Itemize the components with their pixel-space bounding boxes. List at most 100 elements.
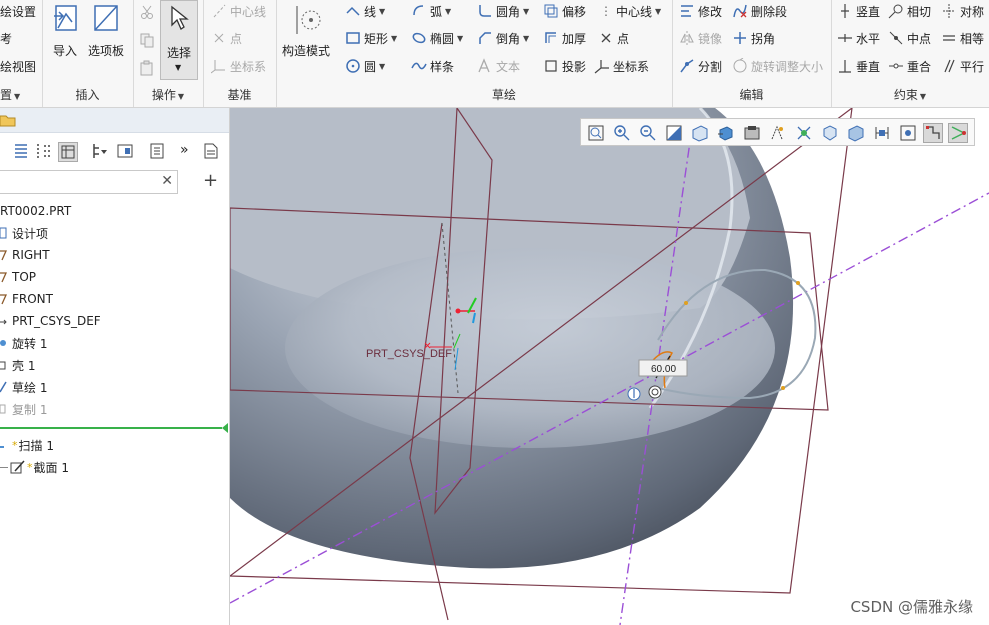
insert-here-indicator[interactable]	[0, 423, 228, 433]
refit-icon[interactable]	[587, 124, 605, 142]
tangent-constraint-button[interactable]: 相切	[888, 1, 931, 21]
circle-button[interactable]: 圆 ▼	[345, 56, 385, 76]
vertex-display-icon[interactable]	[948, 123, 968, 143]
sketch-settings-button[interactable]: 绘设置	[0, 1, 36, 21]
tree-item-design-items[interactable]: 设计项	[0, 223, 48, 243]
display-style-icon[interactable]	[769, 124, 787, 142]
reorient-icon[interactable]	[691, 124, 709, 142]
spline-point[interactable]	[796, 281, 800, 285]
offset-button[interactable]: 偏移	[543, 1, 586, 21]
tree-settings-icon[interactable]	[116, 142, 134, 160]
tree-item-shell[interactable]: 壳 1	[0, 355, 35, 375]
show-columns-icon[interactable]	[148, 142, 166, 160]
line-button[interactable]: 线 ▼	[345, 1, 385, 21]
tree-filter-icon[interactable]	[92, 142, 110, 160]
palette-button[interactable]: 选项板	[86, 2, 126, 59]
centerline-dropdown-icon[interactable]: ▼	[655, 7, 661, 16]
arc-button[interactable]: 弧 ▼	[411, 1, 451, 21]
equal-constraint-button[interactable]: 相等	[941, 28, 984, 48]
tree-item-sweep[interactable]: * 扫描 1	[0, 435, 54, 455]
construction-mode-button[interactable]: 构造模式	[278, 2, 334, 59]
layer-tree-icon[interactable]	[58, 142, 78, 162]
tree-item-part[interactable]: RT0002.PRT	[0, 201, 71, 221]
operations-group-label[interactable]: 操作 ▼	[133, 86, 203, 103]
perpendicular-constraint-button[interactable]: 垂直	[837, 56, 880, 76]
more-chevron-icon[interactable]: »	[180, 142, 189, 158]
constrain-group-label[interactable]: 约束 ▼	[831, 86, 989, 103]
saved-orientations-icon[interactable]	[717, 124, 735, 142]
shaded-icon[interactable]	[847, 124, 865, 142]
text-button[interactable]: 文本	[477, 56, 520, 76]
fillet-dropdown-icon[interactable]: ▼	[523, 7, 529, 16]
select-dropdown-icon[interactable]: ▼	[175, 63, 181, 72]
folder-icon[interactable]	[0, 113, 16, 127]
grid-display-icon[interactable]	[923, 123, 943, 143]
tree-item-copy[interactable]: 复制 1	[0, 399, 47, 419]
tree-item-top[interactable]: TOP	[0, 267, 36, 287]
circle-dropdown-icon[interactable]: ▼	[379, 62, 385, 71]
clear-search-icon[interactable]: ✕	[161, 173, 173, 189]
datum-csys-button[interactable]: 坐标系	[211, 56, 266, 76]
dimension-value[interactable]: 60.00	[651, 364, 676, 375]
sketch-csys-button[interactable]: 坐标系	[594, 56, 649, 76]
rectangle-button[interactable]: 矩形 ▼	[345, 28, 397, 48]
settings-group-label[interactable]: 置 ▼	[0, 86, 42, 103]
tree-item-right[interactable]: RIGHT	[0, 245, 50, 265]
tree-item-sketch[interactable]: 草绘 1	[0, 377, 47, 397]
datum-centerline-button[interactable]: 中心线	[211, 1, 266, 21]
model-canvas[interactable]: PRT_CSYS_DEF 60.00	[230, 108, 989, 625]
tree-search-input[interactable]	[3, 171, 157, 193]
vertical-constraint-button[interactable]: 竖直	[837, 1, 880, 21]
add-filter-icon[interactable]: +	[203, 170, 218, 191]
datum-point-button[interactable]: 点	[211, 28, 242, 48]
repaint-icon[interactable]	[665, 124, 683, 142]
tree-columns-icon[interactable]	[34, 142, 52, 160]
list-view-icon[interactable]	[12, 142, 30, 160]
spline-point[interactable]	[781, 386, 785, 390]
select-button[interactable]: 选择 ▼	[160, 0, 198, 80]
zoom-out-icon[interactable]	[639, 124, 657, 142]
chamfer-dropdown-icon[interactable]: ▼	[523, 34, 529, 43]
mirror-button[interactable]: 镜像	[679, 28, 722, 48]
midpoint-constraint-button[interactable]: 中点	[888, 28, 931, 48]
view-manager-icon[interactable]	[743, 124, 761, 142]
datum-display-icon[interactable]	[795, 124, 813, 142]
zoom-in-icon[interactable]	[613, 124, 631, 142]
graphics-viewport[interactable]: PRT_CSYS_DEF 60.00 CSDN @儒雅永缘	[230, 108, 989, 625]
sketch-view-button[interactable]: 绘视图	[0, 56, 36, 76]
tree-item-csys[interactable]: PRT_CSYS_DEF	[0, 311, 101, 331]
ellipse-dropdown-icon[interactable]: ▼	[457, 34, 463, 43]
modify-button[interactable]: 修改	[679, 1, 722, 21]
horizontal-constraint-button[interactable]: 水平	[837, 28, 880, 48]
divide-button[interactable]: 分割	[679, 56, 722, 76]
reference-button[interactable]: 考	[0, 28, 12, 48]
copy-icon[interactable]	[139, 30, 155, 50]
target-icon[interactable]	[648, 385, 662, 399]
parallel-constraint-button[interactable]: 平行	[941, 56, 984, 76]
document-icon[interactable]	[202, 142, 220, 160]
corner-button[interactable]: 拐角	[732, 28, 775, 48]
fillet-button[interactable]: 圆角 ▼	[477, 1, 529, 21]
centerline-button[interactable]: ⋮ 中心线 ▼	[600, 1, 661, 21]
tree-item-front[interactable]: FRONT	[0, 289, 53, 309]
line-dropdown-icon[interactable]: ▼	[379, 7, 385, 16]
tree-item-revolve[interactable]: 旋转 1	[0, 333, 47, 353]
cut-icon[interactable]	[139, 2, 155, 22]
constraint-display-icon[interactable]	[899, 124, 917, 142]
spin-center-icon[interactable]	[821, 124, 839, 142]
thicken-button[interactable]: 加厚	[543, 28, 586, 48]
rotate-resize-button[interactable]: 旋转调整大小	[732, 56, 823, 76]
rectangle-dropdown-icon[interactable]: ▼	[391, 34, 397, 43]
point-button[interactable]: 点	[598, 28, 629, 48]
project-button[interactable]: 投影	[543, 56, 586, 76]
ellipse-button[interactable]: 椭圆 ▼	[411, 28, 463, 48]
tree-item-section[interactable]: * 截面 1	[0, 457, 69, 477]
chamfer-button[interactable]: 倒角 ▼	[477, 28, 529, 48]
spline-point[interactable]	[684, 301, 688, 305]
spline-button[interactable]: 样条	[411, 56, 454, 76]
dimension-display-icon[interactable]	[873, 124, 891, 142]
import-button[interactable]: 导入	[50, 2, 80, 59]
coincident-constraint-button[interactable]: 重合	[888, 56, 931, 76]
paste-icon[interactable]	[139, 58, 155, 78]
symmetric-constraint-button[interactable]: 对称	[941, 1, 984, 21]
